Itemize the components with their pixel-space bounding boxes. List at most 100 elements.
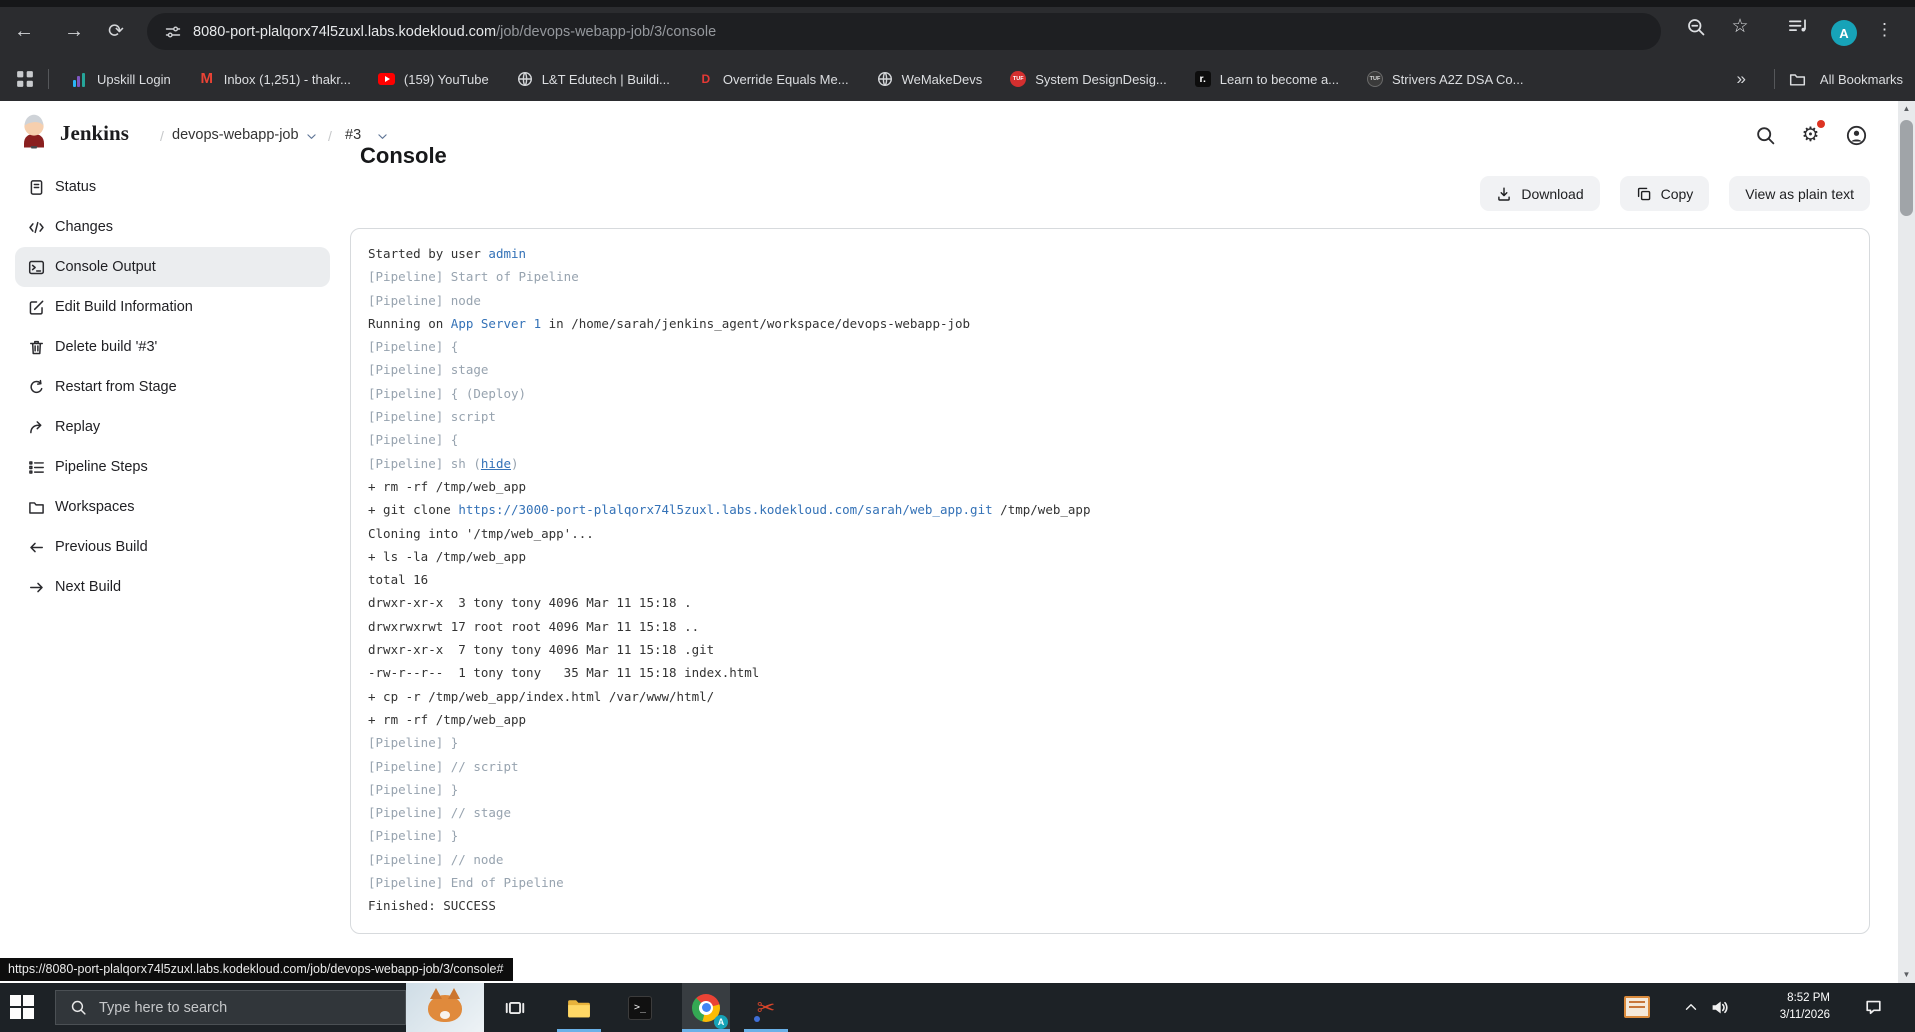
- download-button[interactable]: Download: [1480, 176, 1600, 211]
- taskbar-search-box[interactable]: Type here to search: [55, 990, 406, 1025]
- user-icon[interactable]: [1846, 125, 1867, 146]
- gmail-favicon-icon: M: [200, 70, 213, 87]
- browser-forward-button[interactable]: →: [56, 13, 92, 49]
- reading-list-icon[interactable]: [1788, 17, 1808, 37]
- windows-start-button[interactable]: [10, 995, 36, 1021]
- restart-icon: [28, 379, 45, 396]
- file-explorer-button[interactable]: [557, 983, 601, 1032]
- screen: ← → ⟳ 8080-port-plalqorx74l5zuxl.labs.ko…: [0, 0, 1915, 1032]
- notification-dot: [1817, 120, 1825, 128]
- console-line: [Pipeline] script: [368, 409, 496, 425]
- console-line: [Pipeline] // stage: [368, 805, 511, 821]
- site-settings-icon[interactable]: [165, 24, 181, 40]
- all-bookmarks-label[interactable]: All Bookmarks: [1820, 72, 1903, 87]
- console-line: drwxr-xr-x 7 tony tony 4096 Mar 11 15:18…: [368, 642, 715, 658]
- console-line: drwxrwxrwt 17 root root 4096 Mar 11 15:1…: [368, 618, 700, 634]
- upskill-favicon-icon: [71, 70, 89, 88]
- taskbar: Type here to search >_ A ✂ 8:52 PM 3/11/…: [0, 983, 1915, 1032]
- replay-icon: [28, 419, 45, 436]
- console-line: [Pipeline] }: [368, 735, 459, 751]
- search-icon[interactable]: [1755, 125, 1776, 146]
- terminal-button[interactable]: >_: [620, 983, 660, 1032]
- bookmark-item[interactable]: WeMakeDevs: [876, 70, 982, 88]
- console-line: [Pipeline] sh (hide): [368, 455, 519, 471]
- clock-time: 8:52 PM: [1787, 992, 1830, 1004]
- bookmark-item[interactable]: TUF System DesignDesig...: [1009, 70, 1167, 88]
- link-status-tooltip: https://8080-port-plalqorx74l5zuxl.labs.…: [0, 958, 514, 981]
- sidebar-item-replay[interactable]: Replay: [15, 407, 330, 447]
- chevron-down-icon[interactable]: [376, 130, 389, 143]
- copy-button[interactable]: Copy: [1619, 176, 1710, 211]
- browser-reload-button[interactable]: ⟳: [98, 13, 134, 49]
- sidebar-item-changes[interactable]: Changes: [15, 207, 330, 247]
- chevron-down-icon[interactable]: [305, 130, 318, 143]
- sidebar-item-status[interactable]: Status: [15, 167, 330, 207]
- sidebar-item-delete-build-3[interactable]: Delete build '#3': [15, 327, 330, 367]
- tray-hidden-icons-chevron[interactable]: [1683, 999, 1699, 1015]
- bookmark-item[interactable]: (159) YouTube: [378, 70, 489, 88]
- task-view-button[interactable]: [495, 983, 535, 1032]
- bookmark-label: Override Equals Me...: [722, 71, 849, 87]
- all-bookmarks-folder-icon: [1789, 71, 1806, 88]
- terminal-icon: [28, 259, 45, 276]
- tuf-dark-favicon-icon: TUF: [1366, 70, 1384, 88]
- edit-icon: [28, 299, 45, 316]
- browser-back-button[interactable]: ←: [6, 13, 42, 49]
- breadcrumb-build[interactable]: #3: [345, 127, 361, 143]
- sidebar-item-edit-build-information[interactable]: Edit Build Information: [15, 287, 330, 327]
- bookmark-star-icon[interactable]: ☆: [1730, 17, 1750, 37]
- bookmarks-divider: [1773, 69, 1775, 89]
- hide-link[interactable]: hide: [481, 456, 511, 471]
- bookmark-item[interactable]: TUF Strivers A2Z DSA Co...: [1366, 70, 1524, 88]
- copy-icon: [1636, 186, 1652, 202]
- console-link[interactable]: admin: [488, 246, 526, 261]
- bookmark-item[interactable]: L&T Edutech | Buildi...: [516, 70, 670, 88]
- console-line: drwxr-xr-x 3 tony tony 4096 Mar 11 15:18…: [368, 595, 692, 611]
- console-link[interactable]: https://3000-port-plalqorx74l5zuxl.labs.…: [458, 502, 992, 517]
- view-plain-text-button[interactable]: View as plain text: [1729, 176, 1870, 211]
- address-bar[interactable]: 8080-port-plalqorx74l5zuxl.labs.kodeklou…: [147, 13, 1661, 50]
- bookmark-item[interactable]: Upskill Login: [71, 70, 171, 88]
- youtube-favicon-icon: [378, 70, 396, 88]
- jenkins-page: Jenkins / devops-webapp-job / #3 ⚙ Statu…: [0, 101, 1915, 983]
- chrome-button[interactable]: A: [682, 983, 730, 1032]
- folder-icon: [28, 499, 45, 516]
- sidebar-item-console-output[interactable]: Console Output: [15, 247, 330, 287]
- console-line: [Pipeline] stage: [368, 362, 489, 378]
- sidebar-item-pipeline-steps[interactable]: Pipeline Steps: [15, 447, 330, 487]
- browser-profile-avatar[interactable]: A: [1831, 20, 1857, 46]
- tuf-favicon-icon: TUF: [1009, 70, 1027, 88]
- sidebar-item-restart-from-stage[interactable]: Restart from Stage: [15, 367, 330, 407]
- sidebar-item-next-build[interactable]: Next Build: [15, 567, 330, 607]
- scrollbar-thumb[interactable]: [1900, 120, 1913, 216]
- console-line: + ls -la /tmp/web_app: [368, 548, 527, 564]
- jenkins-logo[interactable]: [18, 112, 50, 149]
- sidebar-item-previous-build[interactable]: Previous Build: [15, 527, 330, 567]
- scrollbar-down-arrow[interactable]: ▼: [1898, 967, 1915, 983]
- sidebar-item-workspaces[interactable]: Workspaces: [15, 487, 330, 527]
- zoom-out-icon[interactable]: [1686, 17, 1706, 37]
- scrollbar-up-arrow[interactable]: ▲: [1898, 101, 1915, 117]
- console-line: [Pipeline] }: [368, 781, 459, 797]
- bookmarks-overflow-chevron[interactable]: »: [1736, 69, 1745, 89]
- bookmark-item[interactable]: r. Learn to become a...: [1194, 70, 1339, 88]
- doc-icon: [28, 179, 45, 196]
- jenkins-brand[interactable]: Jenkins: [60, 121, 129, 146]
- search-highlight-fox-image[interactable]: [406, 983, 484, 1032]
- trash-icon: [28, 339, 45, 356]
- console-line: total 16: [368, 572, 429, 588]
- bookmark-item[interactable]: M Inbox (1,251) - thakr...: [198, 70, 350, 88]
- action-center-icon[interactable]: [1864, 998, 1883, 1017]
- taskbar-clock[interactable]: 8:52 PM 3/11/2026: [1750, 990, 1830, 1024]
- bookmark-item[interactable]: D Override Equals Me...: [697, 70, 849, 88]
- console-link[interactable]: App Server 1: [451, 316, 541, 331]
- apps-grid-icon[interactable]: [16, 70, 34, 88]
- page-scrollbar[interactable]: ▲ ▼: [1898, 101, 1915, 983]
- snipping-tool-button[interactable]: ✂: [744, 983, 788, 1032]
- breadcrumb-job[interactable]: devops-webapp-job: [172, 127, 299, 143]
- tray-widget-icon[interactable]: [1624, 996, 1650, 1018]
- speaker-icon[interactable]: [1710, 998, 1729, 1017]
- console-line: Cloning into '/tmp/web_app'...: [368, 525, 594, 541]
- browser-menu-icon[interactable]: ⋮: [1876, 15, 1893, 45]
- gear-icon[interactable]: ⚙: [1800, 125, 1821, 146]
